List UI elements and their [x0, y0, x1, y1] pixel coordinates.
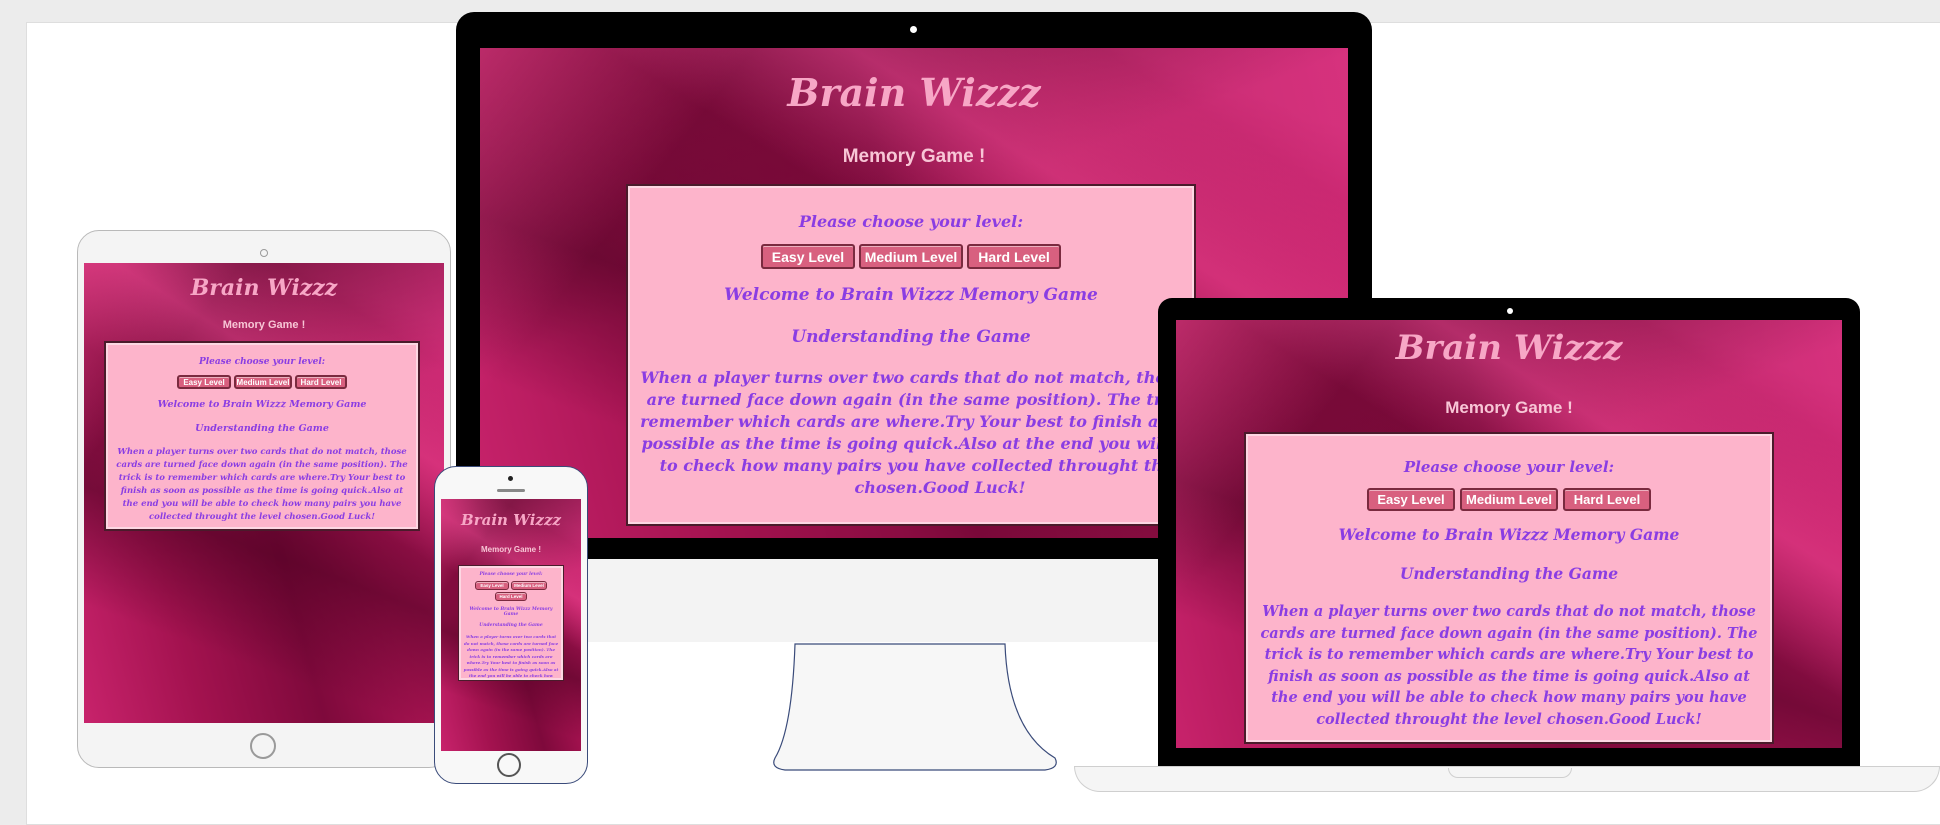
- tablet-camera: [260, 249, 268, 257]
- easy-level-button[interactable]: Easy Level: [177, 375, 231, 389]
- tablet-home-button: [250, 733, 276, 759]
- app-subtitle: Memory Game !: [1445, 398, 1573, 417]
- understanding-heading: Understanding the Game: [791, 327, 1031, 347]
- app-subtitle: Memory Game !: [222, 319, 306, 331]
- app-title: Brain Wizzz: [190, 275, 338, 301]
- intro-panel: Please choose your level: Easy Level Med…: [104, 341, 420, 531]
- medium-level-button[interactable]: Medium Level: [1460, 488, 1558, 511]
- monitor-camera: [910, 26, 917, 33]
- app-title: Brain Wizzz: [461, 511, 561, 529]
- welcome-heading: Welcome to Brain Wizzz Memory Game: [157, 399, 367, 410]
- game-description: When a player turns over two cards that …: [463, 634, 559, 680]
- welcome-heading: Welcome to Brain Wizzz Memory Game: [1338, 525, 1680, 544]
- easy-level-button[interactable]: Easy Level: [761, 244, 855, 269]
- easy-level-button[interactable]: Easy Level: [475, 581, 509, 590]
- laptop-notch: [1448, 768, 1572, 778]
- choose-level-label: Please choose your level:: [1403, 458, 1615, 476]
- app-title: Brain Wizzz: [1395, 328, 1623, 368]
- hard-level-button[interactable]: Hard Level: [967, 244, 1061, 269]
- app-subtitle: Memory Game !: [480, 545, 542, 554]
- phone-device: Brain Wizzz Memory Game ! Please choose …: [434, 466, 588, 784]
- level-buttons: Easy Level Medium Level Hard Level: [640, 244, 1182, 269]
- app-title: Brain Wizzz: [787, 70, 1041, 115]
- choose-level-label: Please choose your level:: [798, 212, 1024, 231]
- level-buttons: Easy Level Medium Level Hard Level: [471, 581, 551, 601]
- tablet-device: Brain Wizzz Memory Game ! Please choose …: [77, 230, 451, 768]
- phone-camera: [508, 476, 513, 481]
- phone-screen: Brain Wizzz Memory Game ! Please choose …: [441, 499, 581, 751]
- choose-level-label: Please choose your level:: [198, 357, 326, 367]
- laptop-device: Brain Wizzz Memory Game ! Please choose …: [1158, 298, 1860, 766]
- choose-level-label: Please choose your level:: [479, 572, 543, 577]
- easy-level-button[interactable]: Easy Level: [1367, 488, 1455, 511]
- app-subtitle: Memory Game !: [842, 146, 986, 167]
- hard-level-button[interactable]: Hard Level: [495, 592, 527, 601]
- game-description: When a player turns over two cards that …: [116, 447, 408, 522]
- understanding-heading: Understanding the Game: [479, 623, 543, 628]
- laptop-screen: Brain Wizzz Memory Game ! Please choose …: [1176, 320, 1842, 748]
- intro-panel: Please choose your level: Easy Level Med…: [626, 184, 1196, 526]
- intro-panel: Please choose your level: Easy Level Med…: [458, 565, 564, 681]
- understanding-heading: Understanding the Game: [195, 423, 329, 434]
- game-description: When a player turns over two cards that …: [640, 368, 1196, 497]
- medium-level-button[interactable]: Medium Level: [234, 375, 292, 389]
- game-description: When a player turns over two cards that …: [1260, 603, 1758, 728]
- phone-home-button: [497, 753, 521, 777]
- level-buttons: Easy Level Medium Level Hard Level: [1256, 488, 1762, 511]
- welcome-heading: Welcome to Brain Wizzz Memory Game: [469, 607, 553, 617]
- medium-level-button[interactable]: Medium Level: [511, 581, 547, 590]
- hard-level-button[interactable]: Hard Level: [295, 375, 347, 389]
- medium-level-button[interactable]: Medium Level: [859, 244, 963, 269]
- laptop-camera: [1507, 308, 1513, 314]
- monitor-stand: [773, 643, 1057, 771]
- tablet-screen: Brain Wizzz Memory Game ! Please choose …: [84, 263, 444, 723]
- phone-speaker: [497, 489, 525, 492]
- level-buttons: Easy Level Medium Level Hard Level: [116, 375, 408, 389]
- understanding-heading: Understanding the Game: [1399, 564, 1619, 583]
- hard-level-button[interactable]: Hard Level: [1563, 488, 1651, 511]
- welcome-heading: Welcome to Brain Wizzz Memory Game: [724, 285, 1098, 305]
- intro-panel: Please choose your level: Easy Level Med…: [1244, 432, 1774, 744]
